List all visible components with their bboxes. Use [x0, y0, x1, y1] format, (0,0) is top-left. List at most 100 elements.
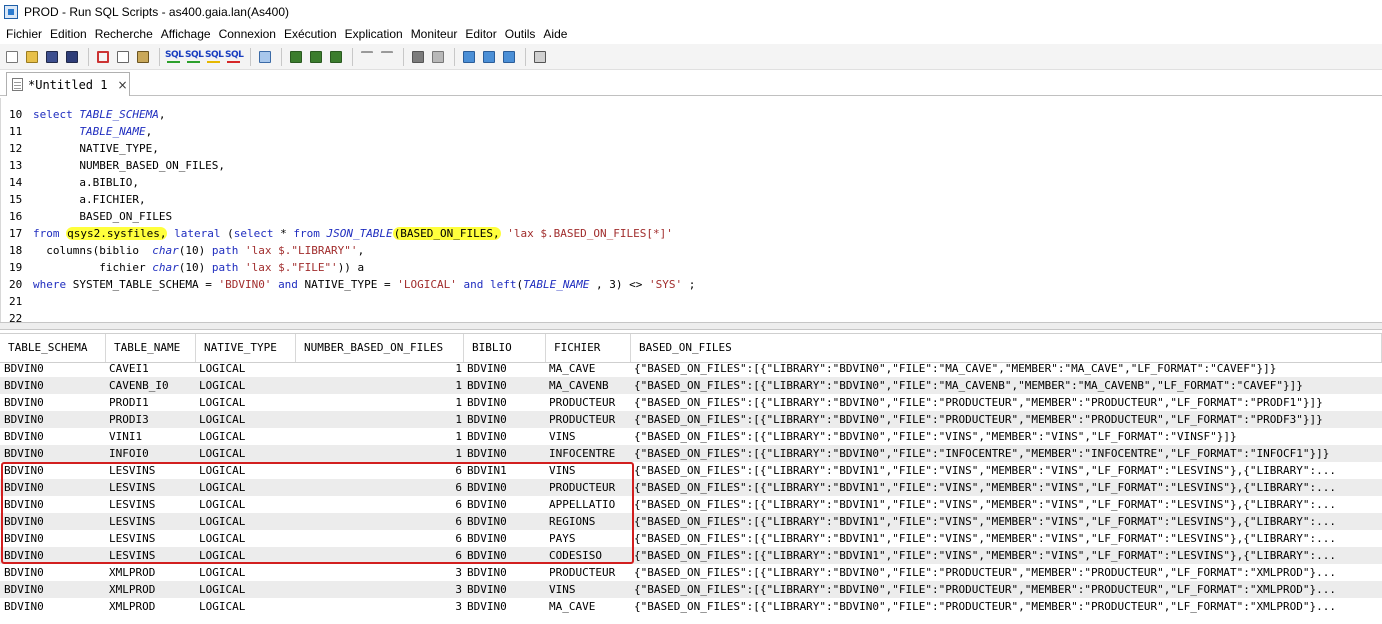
table-row[interactable]: BDVIN0 XMLPROD LOGICAL 3 BDVIN0 VINS {"BASED_O…: [0, 581, 1382, 598]
explain-icon[interactable]: [287, 48, 305, 66]
table-row[interactable]: BDVIN0 CAVENB_I0 LOGICAL 1 BDVIN0 MA_CAVENB {"…: [0, 377, 1382, 394]
table-cell: {"BASED_ON_FILES":[{"LIBRARY":"BDVIN1","…: [634, 532, 1336, 545]
code-line[interactable]: 22: [1, 310, 1382, 322]
code-line[interactable]: 19 fichier char(10) path 'lax $."FILE"')…: [1, 259, 1382, 276]
menu-item-4[interactable]: Connexion: [218, 27, 283, 41]
table-cell: {"BASED_ON_FILES":[{"LIBRARY":"BDVIN1","…: [634, 481, 1336, 494]
column-header[interactable]: NUMBER_BASED_ON_FILES: [296, 334, 464, 362]
column-header[interactable]: BASED_ON_FILES: [631, 334, 1382, 362]
paste-icon[interactable]: [134, 48, 152, 66]
line-number: 11: [9, 125, 23, 138]
toolbar-separator: [525, 47, 526, 66]
copy-icon[interactable]: [114, 48, 132, 66]
code-line[interactable]: 21: [1, 293, 1382, 310]
column-header[interactable]: TABLE_NAME: [106, 334, 196, 362]
run-sql-scripts-app-icon: [4, 5, 18, 19]
table-cell: PRODI1: [109, 396, 149, 409]
code-line[interactable]: 12 NATIVE_TYPE,: [1, 140, 1382, 157]
code-line[interactable]: 16 BASED_ON_FILES: [1, 208, 1382, 225]
table-cell: {"BASED_ON_FILES":[{"LIBRARY":"BDVIN0","…: [634, 379, 1303, 392]
tab-untitled-1[interactable]: *Untitled 1 ×: [6, 72, 130, 96]
cut-icon[interactable]: [94, 48, 112, 66]
table-cell: BDVIN0: [4, 532, 44, 545]
code-line[interactable]: 10 select TABLE_SCHEMA,: [1, 106, 1382, 123]
code-line[interactable]: 18 columns(biblio char(10) path 'lax $."…: [1, 242, 1382, 259]
run-sql-from-cursor-icon[interactable]: SQL: [205, 48, 224, 66]
menu-item-1[interactable]: Edition: [49, 27, 94, 41]
sql-editor[interactable]: 10 select TABLE_SCHEMA, 11 TABLE_NAME, 12 N…: [0, 98, 1382, 322]
column-header[interactable]: FICHIER: [546, 334, 631, 362]
table-row[interactable]: BDVIN0 XMLPROD LOGICAL 3 BDVIN0 PRODUCTEUR {"B…: [0, 564, 1382, 581]
line-number: 22: [9, 312, 23, 322]
table-row[interactable]: BDVIN0 LESVINS LOGICAL 6 BDVIN0 CODESISO {"BAS…: [0, 547, 1382, 564]
pane-splitter[interactable]: [0, 322, 1382, 330]
monitor-stop-icon[interactable]: [480, 48, 498, 66]
menu-item-3[interactable]: Affichage: [160, 27, 218, 41]
cancel-icon[interactable]: [429, 48, 447, 66]
code-line[interactable]: 15 a.FICHIER,: [1, 191, 1382, 208]
code-line[interactable]: 20 where SYSTEM_TABLE_SCHEMA = 'BDVIN0' a…: [1, 276, 1382, 293]
menu-item-10[interactable]: Aide: [542, 27, 574, 41]
table-cell: BDVIN0: [467, 362, 507, 375]
new-document-icon[interactable]: [3, 48, 21, 66]
redo-icon[interactable]: [378, 48, 396, 66]
table-row[interactable]: BDVIN0 PRODI1 LOGICAL 1 BDVIN0 PRODUCTEUR {"BA…: [0, 394, 1382, 411]
code-text: select TABLE_SCHEMA,: [33, 108, 166, 121]
code-line[interactable]: 14 a.BIBLIO,: [1, 174, 1382, 191]
table-cell: 1: [455, 379, 462, 392]
table-row[interactable]: BDVIN0 INFOI0 LOGICAL 1 BDVIN0 INFOCENTRE {"BA…: [0, 445, 1382, 462]
save-icon[interactable]: [43, 48, 61, 66]
monitor-start-icon[interactable]: [460, 48, 478, 66]
run-icon[interactable]: [256, 48, 274, 66]
table-row[interactable]: BDVIN0 LESVINS LOGICAL 6 BDVIN0 PRODUCTEUR {"B…: [0, 479, 1382, 496]
table-cell: {"BASED_ON_FILES":[{"LIBRARY":"BDVIN0","…: [634, 600, 1336, 613]
table-cell: BDVIN0: [467, 447, 507, 460]
column-header[interactable]: NATIVE_TYPE: [196, 334, 296, 362]
table-row[interactable]: BDVIN0 LESVINS LOGICAL 6 BDVIN0 REGIONS {"BASE…: [0, 513, 1382, 530]
open-folder-icon[interactable]: [23, 48, 41, 66]
table-cell: LOGICAL: [199, 583, 246, 596]
menu-item-0[interactable]: Fichier: [5, 27, 49, 41]
visual-explain-icon[interactable]: [307, 48, 325, 66]
menu-item-5[interactable]: Exécution: [283, 27, 344, 41]
column-header[interactable]: BIBLIO: [464, 334, 546, 362]
table-row[interactable]: BDVIN0 CAVEI1 LOGICAL 1 BDVIN0 MA_CAVE {"BASED…: [0, 360, 1382, 377]
table-cell: {"BASED_ON_FILES":[{"LIBRARY":"BDVIN1","…: [634, 549, 1336, 562]
table-row[interactable]: BDVIN0 LESVINS LOGICAL 6 BDVIN1 VINS {"BASED_O…: [0, 462, 1382, 479]
run-sql-single-icon[interactable]: SQL: [225, 48, 244, 66]
code-line[interactable]: 17 from qsys2.sysfiles, lateral (select *…: [1, 225, 1382, 242]
explain-run-icon[interactable]: [327, 48, 345, 66]
column-header[interactable]: TABLE_SCHEMA: [0, 334, 106, 362]
table-cell: BDVIN0: [4, 549, 44, 562]
table-row[interactable]: BDVIN0 LESVINS LOGICAL 6 BDVIN0 APPELLATIO {"B…: [0, 496, 1382, 513]
menu-item-2[interactable]: Recherche: [94, 27, 160, 41]
table-cell: VINS: [549, 464, 576, 477]
run-sql-selected-icon[interactable]: SQL: [185, 48, 204, 66]
table-cell: INFOCENTRE: [549, 447, 616, 460]
table-cell: 1: [455, 396, 462, 409]
undo-icon[interactable]: [358, 48, 376, 66]
table-row[interactable]: BDVIN0 LESVINS LOGICAL 6 BDVIN0 PAYS {"BASED_O…: [0, 530, 1382, 547]
stop-icon[interactable]: [409, 48, 427, 66]
code-line[interactable]: 13 NUMBER_BASED_ON_FILES,: [1, 157, 1382, 174]
table-cell: {"BASED_ON_FILES":[{"LIBRARY":"BDVIN0","…: [634, 362, 1277, 375]
table-row[interactable]: BDVIN0 XMLPROD LOGICAL 3 BDVIN0 MA_CAVE {"BASE…: [0, 598, 1382, 615]
save-all-icon[interactable]: [63, 48, 81, 66]
menu-item-7[interactable]: Moniteur: [410, 27, 465, 41]
table-cell: LOGICAL: [199, 566, 246, 579]
menu-item-9[interactable]: Outils: [504, 27, 543, 41]
table-cell: {"BASED_ON_FILES":[{"LIBRARY":"BDVIN0","…: [634, 583, 1336, 596]
table-row[interactable]: BDVIN0 PRODI3 LOGICAL 1 BDVIN0 PRODUCTEUR {"BA…: [0, 411, 1382, 428]
table-cell: BDVIN0: [4, 447, 44, 460]
monitor-view-icon[interactable]: [500, 48, 518, 66]
print-icon[interactable]: [531, 48, 549, 66]
table-cell: BDVIN0: [467, 566, 507, 579]
run-sql-all-icon[interactable]: SQL: [165, 48, 184, 66]
table-cell: LOGICAL: [199, 515, 246, 528]
menu-item-6[interactable]: Explication: [344, 27, 410, 41]
close-tab-icon[interactable]: ×: [117, 78, 127, 92]
table-cell: CODESISO: [549, 549, 602, 562]
table-row[interactable]: BDVIN0 VINI1 LOGICAL 1 BDVIN0 VINS {"BASED_ON_…: [0, 428, 1382, 445]
menu-item-8[interactable]: Editor: [464, 27, 503, 41]
code-line[interactable]: 11 TABLE_NAME,: [1, 123, 1382, 140]
